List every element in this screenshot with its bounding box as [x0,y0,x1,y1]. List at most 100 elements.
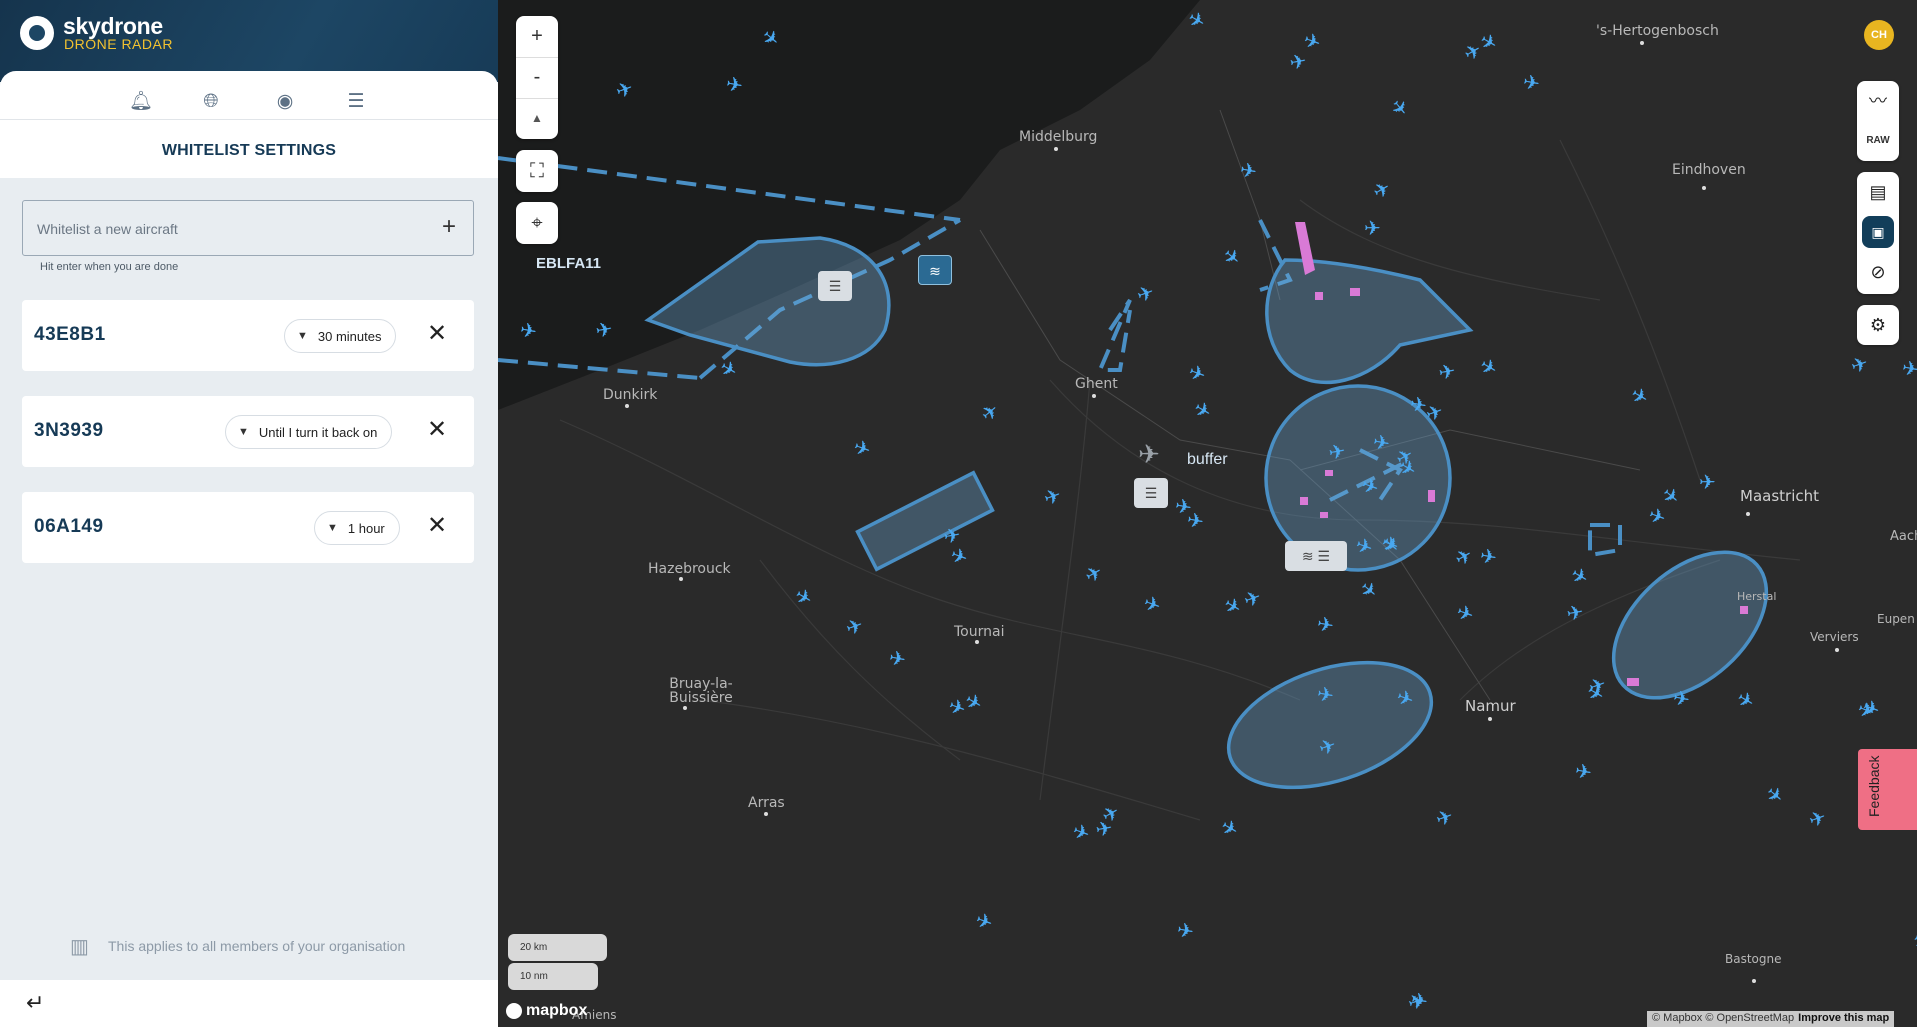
aircraft-marker-icon[interactable]: ✈ [1848,350,1872,378]
locate-button[interactable]: ⌖ [516,202,558,244]
aircraft-marker-icon[interactable]: ✈ [1451,542,1478,571]
mapbox-logo[interactable]: mapbox [506,1002,587,1020]
duration-dropdown[interactable]: ▼ 1 hour [314,511,400,545]
city-label: Eupen [1877,612,1915,626]
clipboard-icon[interactable]: ▤ [1857,172,1899,212]
radar-icon[interactable]: ◉ [274,91,296,113]
remove-aircraft-button[interactable]: ✕ [424,418,450,444]
plus-icon[interactable]: + [437,215,461,240]
aircraft-marker-icon[interactable]: ✈ [1761,780,1789,809]
aircraft-marker-icon[interactable]: ✈ [1315,611,1336,638]
remove-aircraft-button[interactable]: ✕ [424,322,450,348]
aircraft-marker-icon[interactable]: ✈ [1140,590,1164,618]
sidebar: skydrone DRONE RADAR 🔔︎ 🌐︎ ◉ ☰ WHITELIST… [0,0,498,1027]
aircraft-marker-icon[interactable]: ✈ [1909,927,1917,956]
aircraft-marker-icon[interactable]: ✈ [1369,175,1396,204]
aircraft-marker-icon[interactable]: ✈ [1433,803,1457,831]
aircraft-marker-icon[interactable]: ✈ [1478,543,1499,570]
remove-aircraft-button[interactable]: ✕ [424,514,450,540]
aircraft-marker-icon[interactable]: ✈ [791,583,818,612]
radar-device-icon[interactable]: ▣ [1862,216,1894,248]
feedback-tab[interactable]: Feedback [1858,749,1917,830]
globe-icon[interactable]: 🌐︎ [200,91,222,113]
city-label: Herstal [1737,590,1777,603]
city-label: Eindhoven [1672,162,1746,178]
aircraft-marker-icon[interactable]: ✈ [1364,216,1381,240]
crosshair-icon: ⌖ [531,212,543,234]
aircraft-marker-icon[interactable]: ✈ [1288,48,1309,75]
aircraft-marker-icon[interactable]: ✈ [976,398,1004,427]
aircraft-marker-icon[interactable]: ✈ [1041,482,1065,510]
layer-toggle-group: ▤ ▣ ⊘ [1857,172,1899,294]
svg-text:✈: ✈ [1138,440,1160,470]
aircraft-marker-icon[interactable]: ✈ [1217,814,1244,843]
duration-dropdown[interactable]: ▼ 30 minutes [284,319,397,353]
aircraft-marker-icon[interactable]: ✈ [1627,382,1654,411]
whitelist-input-box: + [22,200,474,256]
aircraft-marker-icon[interactable]: ✈ [843,612,867,640]
aircraft-marker-icon[interactable]: ✈ [1218,242,1246,271]
settings-button[interactable]: ⚙ [1857,305,1899,345]
back-arrow-icon[interactable]: ↵ [26,990,54,1016]
aircraft-marker-icon[interactable]: ✈ [850,434,874,462]
aircraft-marker-icon[interactable]: ✈ [1081,559,1108,588]
city-label: Arras [748,795,785,811]
aircraft-marker-icon[interactable]: ✈ [1437,358,1458,385]
wifi-zone-chip[interactable]: ≋ ☰ [1285,541,1347,571]
aircraft-marker-icon[interactable]: ✈ [1355,575,1383,604]
bell-icon[interactable]: 🔔︎ [129,91,153,113]
aircraft-marker-icon[interactable]: ✈ [1185,359,1209,387]
zoom-out-button[interactable]: - [516,57,558,98]
aircraft-code: 3N3939 [34,420,104,441]
aircraft-marker-icon[interactable]: ✈ [1190,396,1217,425]
whitelist-aircraft-input[interactable] [37,217,417,241]
aircraft-marker-icon[interactable]: ✈ [716,355,743,384]
aircraft-marker-icon[interactable]: ✈ [1134,279,1158,307]
wifi-zone-chip[interactable]: ≋ [918,255,952,285]
zone-info-chip[interactable]: ☰ [1134,478,1168,508]
app-root: ✈ ✈ ✈ ✈ ✈ ✈ ✈ ✈ ✈ ✈ ✈ ✈ ✈ ✈ ✈ ✈ ✈ ✈ ✈ ✈ ✈ ✈ ✈ ✈ ✈ ✈ ✈ ✈ ✈ ✈ ✈ ✈ ✈ ✈ ✈ ✈ ✈ ✈ ✈ ✈… [0,0,1917,1027]
city-label: Middelburg [1019,129,1098,145]
aircraft-marker-icon[interactable]: ✈ [1699,470,1716,494]
aircraft-marker-icon[interactable]: ✈ [972,907,996,935]
attribution[interactable]: © Mapbox © OpenStreetMap Improve this map [1647,1011,1895,1027]
camera-off-icon[interactable]: ⊘ [1857,252,1899,292]
zone-info-chip[interactable]: ☰ [818,271,852,301]
skydrone-logo-icon[interactable] [20,16,54,50]
improve-map-link[interactable]: Improve this map [1798,1012,1889,1024]
organisation-note: ▥ This applies to all members of your or… [70,934,405,958]
aircraft-marker-icon[interactable]: ✈ [1385,94,1414,122]
zoom-in-button[interactable]: + [516,16,558,57]
aircraft-marker-icon[interactable]: ✈ [1175,917,1196,944]
aircraft-marker-icon[interactable]: ✈ [1573,758,1594,785]
compass-button[interactable]: ▲ [516,98,558,139]
aircraft-marker-icon[interactable]: ✈ [1069,818,1093,846]
menu-icon[interactable]: ☰ [345,91,367,113]
organisation-note-text: This applies to all members of your orga… [108,938,406,954]
raw-toggle[interactable]: RAW [1857,121,1899,161]
user-avatar[interactable]: CH [1864,20,1894,50]
duration-dropdown[interactable]: ▼ Until I turn it back on [225,415,393,449]
aircraft-marker-icon[interactable]: ✈ [961,688,988,717]
mapbox-text: mapbox [526,1002,588,1019]
aircraft-marker-icon[interactable]: ✈ [1565,599,1586,626]
aircraft-code: 06A149 [34,516,104,537]
city-label: Bastogne [1725,952,1782,966]
whitelist-item: 43E8B1 ▼ 30 minutes ✕ [22,300,474,371]
chevron-down-icon: ▼ [238,426,249,438]
page-title: WHITELIST SETTINGS [161,142,337,159]
aircraft-marker-icon[interactable]: ✈ [1476,353,1503,382]
brand-bar: skydrone DRONE RADAR [0,0,498,82]
aircraft-marker-icon[interactable]: ✈ [1733,686,1760,715]
aircraft-marker-icon[interactable]: ✈ [1238,157,1259,184]
aircraft-marker-icon[interactable]: ✈ [1453,599,1477,627]
aircraft-marker-icon[interactable]: ✈ [1806,804,1830,832]
aircraft-marker-icon[interactable]: ✈ [1521,69,1542,96]
aircraft-marker-icon[interactable]: ✈ [887,645,908,672]
aircraft-marker-icon[interactable]: ✈ [1671,685,1692,712]
aircraft-marker-icon[interactable]: ✈ [1567,562,1594,591]
aircraft-marker-icon[interactable]: ✈ [1241,584,1265,612]
aircraft-marker-icon[interactable]: ✈ [1900,355,1917,382]
chart-line-icon[interactable]: 〰 [1857,81,1899,121]
fullscreen-button[interactable]: ⛶ [516,150,558,192]
